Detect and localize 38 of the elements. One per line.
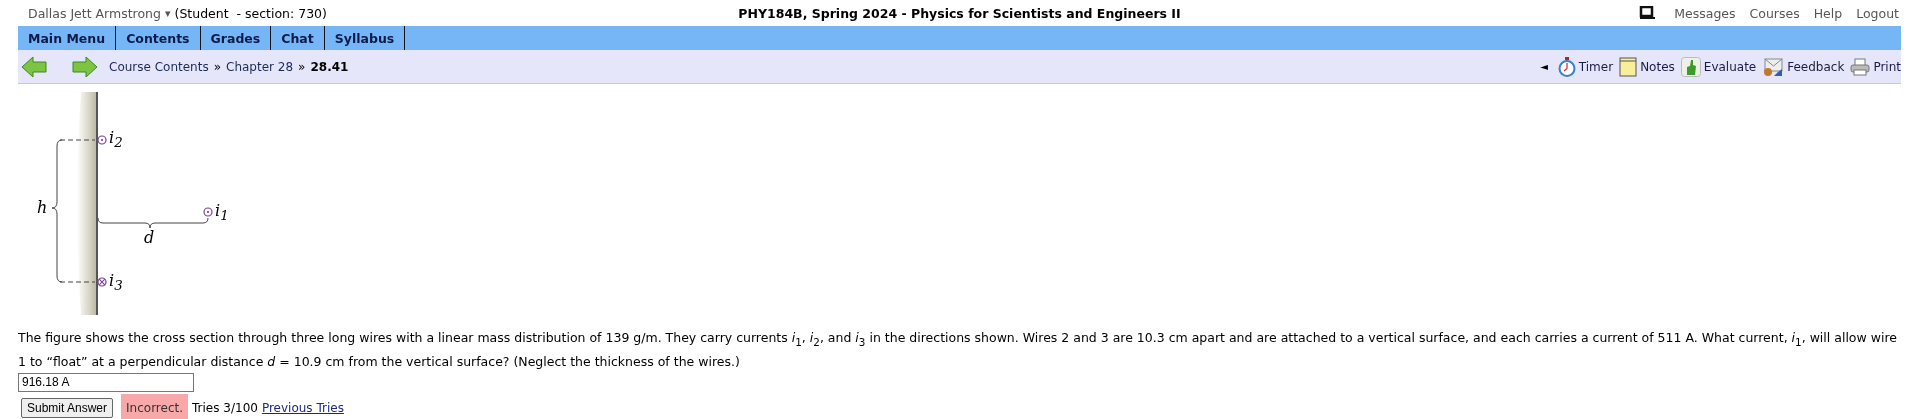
user-role: (Student - section: 730) <box>174 5 327 21</box>
thumbs-up-icon <box>1680 56 1701 77</box>
breadcrumb-current: 28.41 <box>310 59 349 74</box>
top-link[interactable]: Logout <box>1856 5 1899 21</box>
question-text: The figure shows the cross section through three long wires with a linear mass distribution of 139 g/m. They carry currents i$_{1}$, i$_{2}$, and i$_{3}$ in the directions shown. Wires 2 and 3 are 10.3 cm apart and are attached to a vertical surface, and each carries a current of 511 A. What current, i$_{1}$, will allow wire 1 to “float” at a perpendicular distance d = 10.9 cm from the vertical surface? (Neglect the thickness of the wires.) <box>18 329 1898 371</box>
submit-button[interactable]: Submit Answer <box>21 397 114 418</box>
back-arrow-icon[interactable] <box>21 55 47 78</box>
figure-label: h <box>37 200 48 216</box>
tool-link[interactable]: Evaluate <box>1680 56 1757 77</box>
answer-field[interactable]: 916.18 A <box>18 372 194 392</box>
note-icon <box>1619 56 1638 77</box>
top-link[interactable]: Messages <box>1674 5 1736 21</box>
laptop-icon[interactable] <box>1638 6 1657 20</box>
tries-count: Tries 3/100 <box>192 400 258 415</box>
figure-label: d <box>144 230 155 246</box>
figure-label: i$_{3}$ <box>109 273 123 293</box>
breadcrumb-separator: » <box>298 59 306 74</box>
tool-link[interactable]: Notes <box>1619 56 1675 77</box>
figure-label: i$_{2}$ <box>109 130 123 150</box>
breadcrumb-separator: » <box>213 59 222 74</box>
course-title: PHY184B, Spring 2024 - Physics for Scientists and Engineers II <box>738 5 1181 21</box>
user-name[interactable]: Dallas Jett Armstrong <box>28 5 161 21</box>
top-link[interactable]: Courses <box>1749 5 1800 21</box>
tool-link[interactable]: Timer <box>1557 56 1614 77</box>
tool-link[interactable]: Print <box>1850 57 1901 76</box>
previous-tries-link[interactable]: Previous Tries <box>261 400 344 415</box>
stopwatch-icon <box>1557 56 1576 77</box>
caret-icon[interactable]: ▾ <box>164 6 171 20</box>
breadcrumb-link[interactable]: Course Contents <box>109 59 209 74</box>
tool-link[interactable]: Feedback <box>1762 56 1845 77</box>
breadcrumb-link[interactable]: Chapter 28 <box>226 59 294 74</box>
collapse-toggle[interactable]: ◄ <box>1540 61 1548 72</box>
printer-icon <box>1850 57 1871 76</box>
envelope-icon <box>1762 56 1785 77</box>
forward-arrow-icon[interactable] <box>72 55 98 78</box>
top-link[interactable]: Help <box>1813 5 1843 21</box>
result-badge: Incorrect. <box>121 393 189 419</box>
figure-label: i$_{1}$ <box>215 203 229 223</box>
